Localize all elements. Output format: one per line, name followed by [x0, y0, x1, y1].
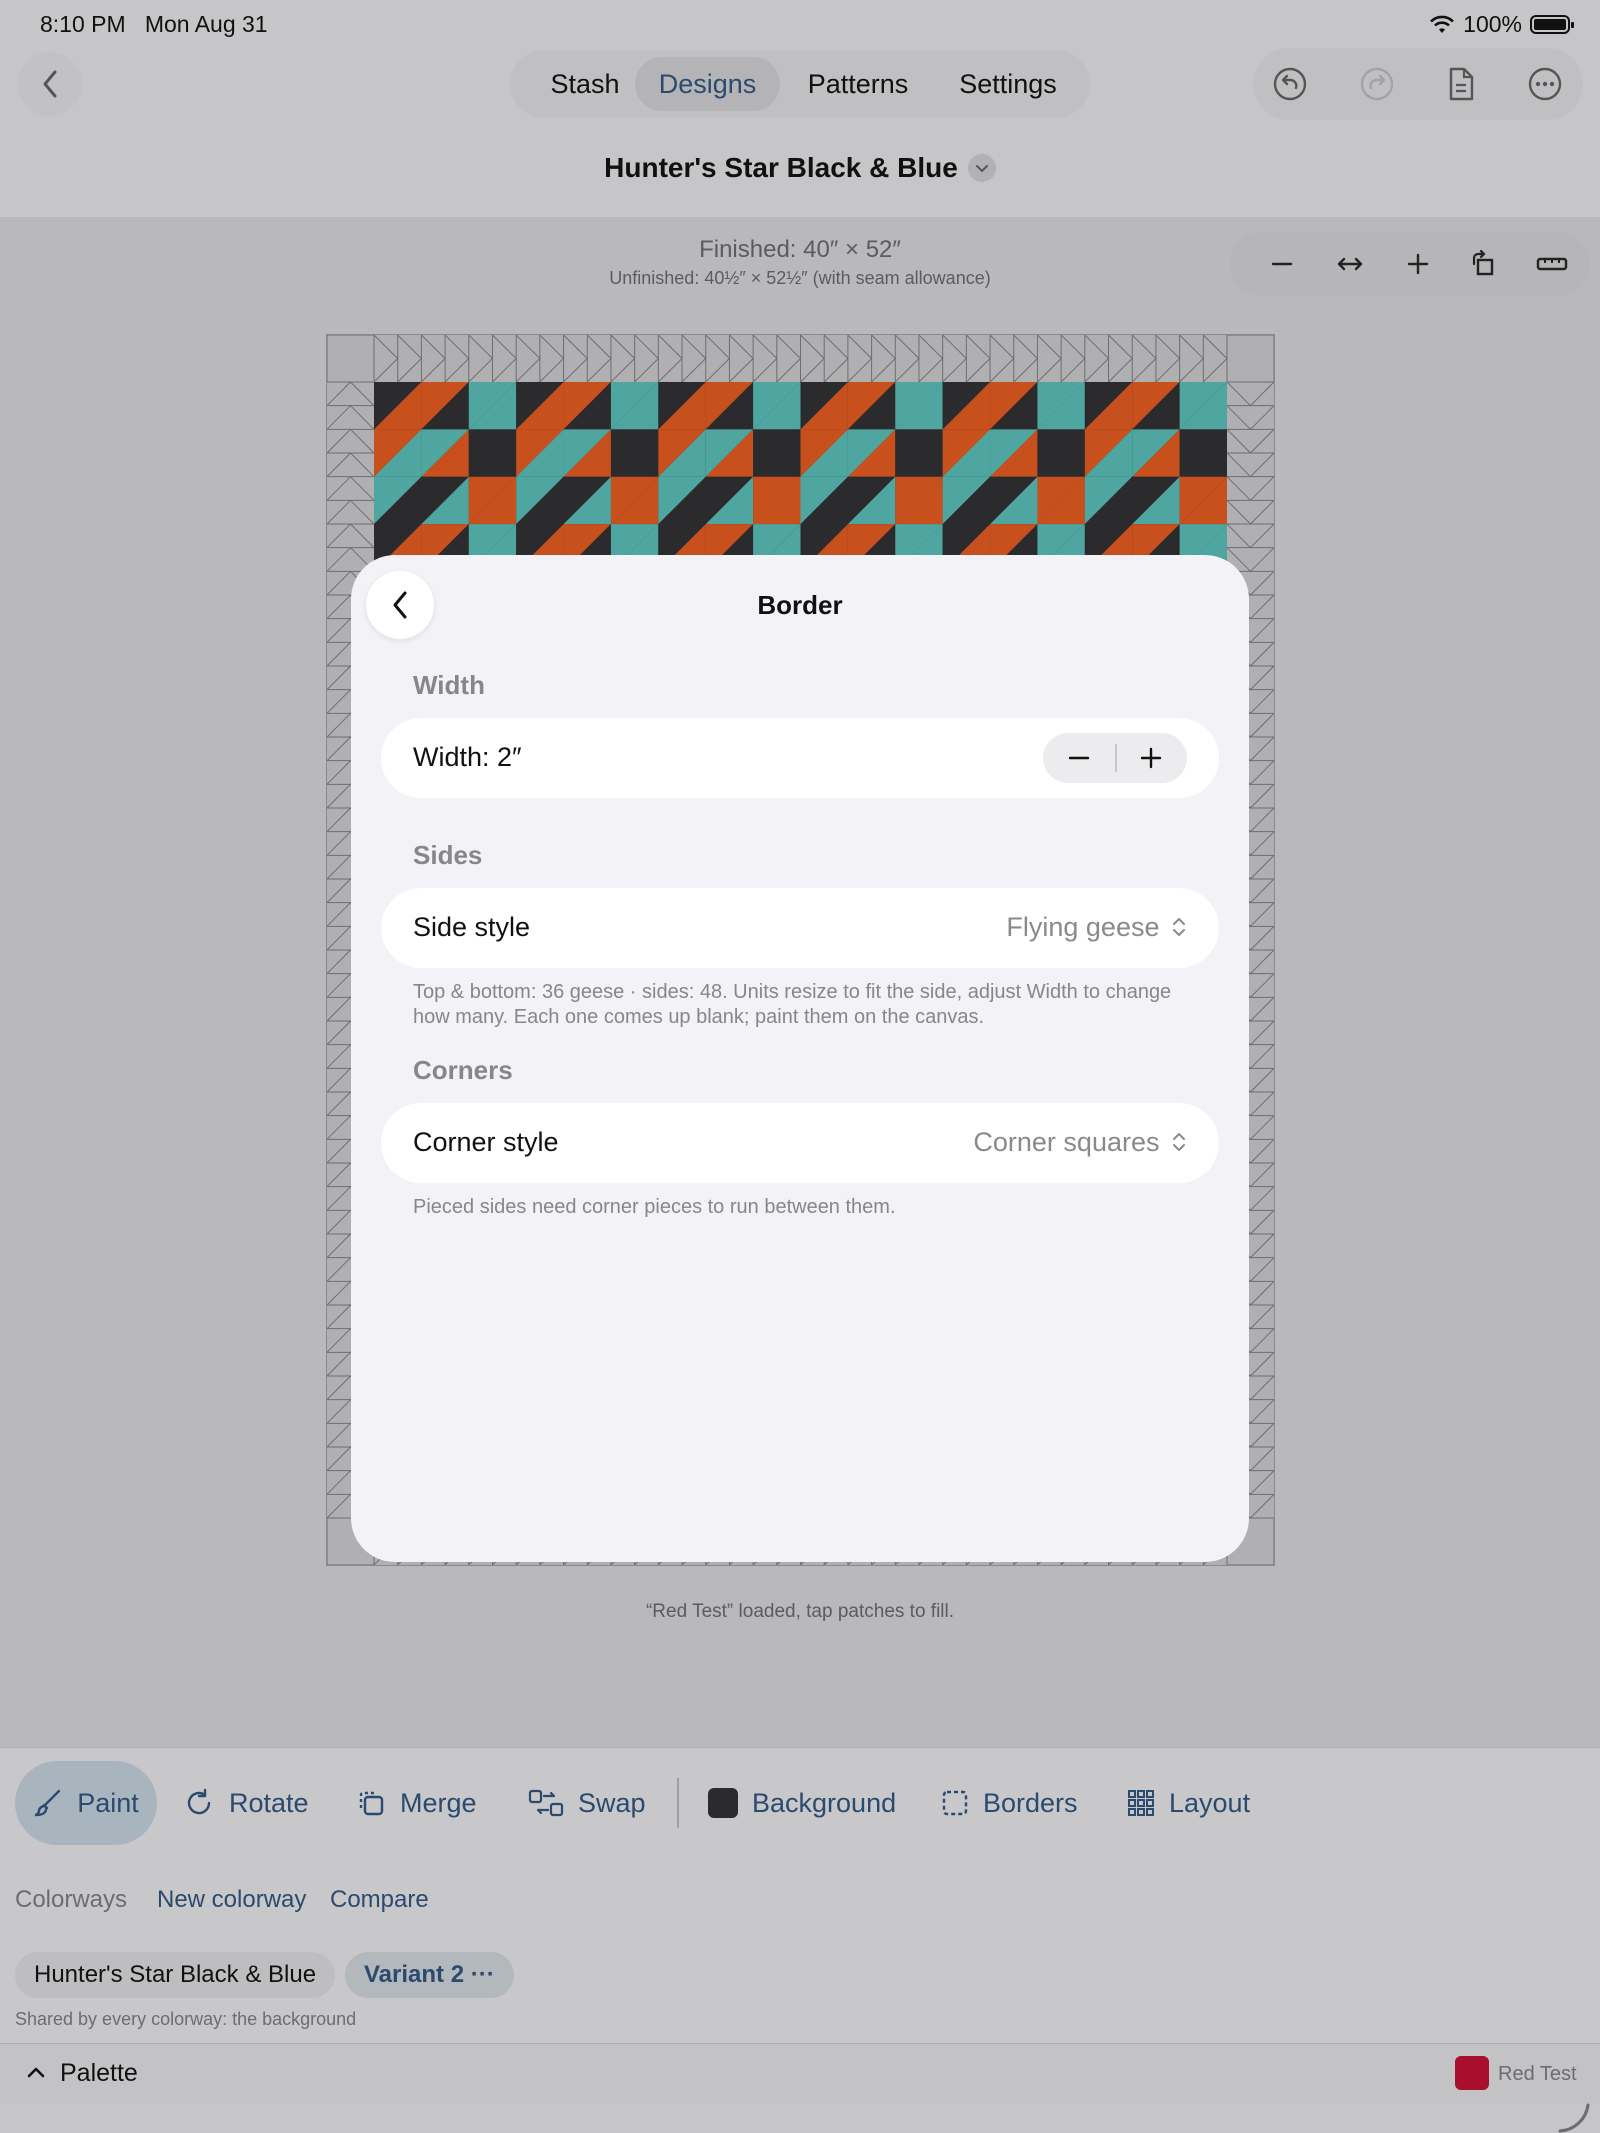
home-indicator-area	[0, 2103, 1600, 2133]
undo-button[interactable]	[1270, 64, 1310, 104]
tab-patterns[interactable]: Patterns	[788, 57, 928, 111]
colorways-label: Colorways	[15, 1886, 128, 1913]
back-button[interactable]	[18, 52, 82, 116]
merge-label: Merge	[400, 1787, 477, 1818]
background-swatch-icon	[708, 1788, 738, 1818]
status-date: Mon Aug 31	[144, 11, 268, 37]
width-section-header: Width	[413, 670, 485, 700]
corner-style-picker[interactable]: Corner squares	[973, 1127, 1187, 1158]
edit-toolbar: Paint Rotate Merge Swap Background Borde…	[0, 1747, 1600, 1859]
palette-bar[interactable]: Palette Red Test	[0, 2043, 1600, 2104]
zoom-tools	[1230, 232, 1590, 296]
ruler-icon	[1536, 257, 1568, 271]
width-stepper	[1043, 733, 1187, 783]
chevron-left-icon	[43, 70, 57, 98]
document-title: Hunter's Star Black & Blue	[604, 151, 958, 183]
paint-label: Paint	[77, 1787, 139, 1818]
border-sheet: Border Width Width: 2″ Sides Side style …	[351, 555, 1249, 1562]
side-style-label: Side style	[413, 912, 531, 942]
rotate-tool-button[interactable]: Rotate	[185, 1761, 309, 1845]
more-button[interactable]	[1525, 64, 1565, 104]
fabric-swatch[interactable]	[1455, 2056, 1489, 2090]
sides-section-header: Sides	[413, 840, 483, 870]
colorway-chip[interactable]: Hunter's Star Black & Blue	[15, 1952, 336, 1998]
zoom-out-button[interactable]	[1262, 244, 1302, 284]
plus-icon	[1407, 253, 1429, 275]
arrows-horizontal-icon	[1337, 257, 1363, 271]
layout-tool-button[interactable]: Layout	[1127, 1761, 1250, 1845]
width-value-label: Width: 2″	[413, 742, 522, 772]
rotate-canvas-button[interactable]	[1464, 244, 1504, 284]
document-button[interactable]	[1441, 64, 1481, 104]
palette-label: Palette	[60, 2059, 138, 2087]
corner-style-row[interactable]: Corner style Corner squares	[381, 1103, 1219, 1183]
tab-designs[interactable]: Designs	[635, 57, 780, 111]
swap-label: Swap	[578, 1787, 646, 1818]
canvas-status-message: “Red Test” loaded, tap patches to fill.	[645, 1601, 955, 1622]
borders-label: Borders	[983, 1787, 1078, 1818]
tab-stash[interactable]: Stash	[530, 57, 640, 111]
width-increase-button[interactable]	[1115, 733, 1187, 783]
minus-icon	[1068, 756, 1090, 760]
tab-settings[interactable]: Settings	[938, 57, 1078, 111]
background-label: Background	[752, 1787, 897, 1818]
side-style-value: Flying geese	[1006, 912, 1160, 942]
redo-button[interactable]	[1357, 64, 1397, 104]
width-row: Width: 2″	[381, 718, 1219, 798]
colorways-panel: Colorways New colorway Compare Hunter's …	[0, 1858, 1600, 2043]
battery-percent: 100%	[1463, 11, 1522, 37]
dashed-square-icon	[941, 1789, 969, 1817]
layout-label: Layout	[1169, 1787, 1251, 1818]
document-title-bar[interactable]: Hunter's Star Black & Blue	[0, 150, 1600, 184]
compare-link[interactable]: Compare	[330, 1886, 429, 1914]
swap-icon	[528, 1788, 564, 1818]
ruler-button[interactable]	[1532, 244, 1572, 284]
chevron-up-icon	[24, 2061, 48, 2090]
colorway-chip-selected[interactable]: Variant 2 ···	[345, 1952, 514, 1998]
borders-tool-button[interactable]: Borders	[941, 1761, 1078, 1845]
status-bar: 8:10 PM Mon Aug 31 100%	[0, 0, 1600, 50]
chevron-down-icon	[967, 153, 996, 182]
grid-icon	[1127, 1789, 1155, 1817]
document-icon	[1449, 67, 1474, 101]
side-style-row[interactable]: Side style Flying geese	[381, 888, 1219, 968]
width-decrease-button[interactable]	[1043, 733, 1115, 783]
side-style-picker[interactable]: Flying geese	[1006, 912, 1187, 943]
corner-style-value: Corner squares	[973, 1127, 1160, 1157]
plus-icon	[1140, 747, 1162, 769]
merge-tool-button[interactable]: Merge	[356, 1761, 477, 1845]
merge-icon	[356, 1788, 386, 1818]
fit-width-button[interactable]	[1330, 244, 1370, 284]
chevron-up-down-icon	[1173, 918, 1185, 936]
redo-icon	[1360, 67, 1394, 101]
corners-section-header: Corners	[413, 1055, 513, 1085]
rotate-label: Rotate	[229, 1787, 309, 1818]
paintbrush-icon	[33, 1788, 63, 1818]
new-colorway-link[interactable]: New colorway	[157, 1886, 306, 1914]
corner-style-label: Corner style	[413, 1127, 559, 1157]
document-tools	[1253, 48, 1583, 120]
wifi-icon	[1430, 15, 1455, 33]
swatch-name: Red Test	[1498, 2063, 1577, 2085]
sides-note: Top & bottom: 36 geese · sides: 48. Unit…	[413, 981, 1172, 1028]
background-tool-button[interactable]: Background	[708, 1761, 896, 1845]
corners-note: Pieced sides need corner pieces to run b…	[413, 1196, 896, 1218]
more-icon	[1528, 67, 1562, 101]
sheet-title: Border	[757, 590, 843, 620]
swap-tool-button[interactable]: Swap	[528, 1761, 646, 1845]
shared-note: Shared by every colorway: the background	[15, 2009, 357, 2029]
rotate-square-icon	[1472, 250, 1494, 276]
battery-icon	[1530, 15, 1574, 34]
paint-tool-button[interactable]: Paint	[15, 1761, 157, 1845]
minus-icon	[1271, 262, 1293, 266]
toolbar-divider	[677, 1778, 679, 1828]
rotate-icon	[185, 1788, 215, 1818]
resize-handle-icon	[1558, 2103, 1590, 2133]
undo-icon	[1273, 67, 1307, 101]
chevron-up-down-icon	[1173, 1133, 1185, 1151]
status-time: 8:10 PM	[40, 11, 126, 37]
main-tabs: Stash Designs Patterns Settings	[510, 50, 1090, 118]
zoom-in-button[interactable]	[1398, 244, 1438, 284]
